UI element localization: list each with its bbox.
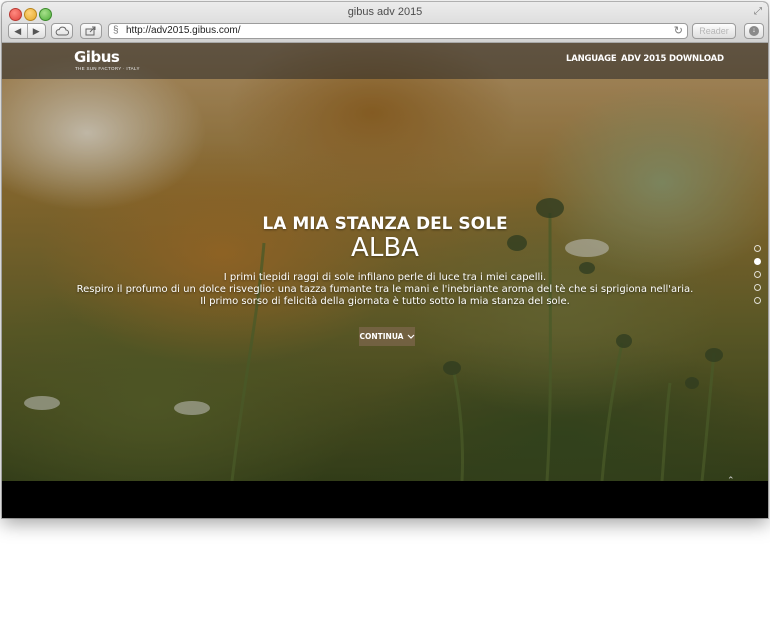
slide-dot-5[interactable]: [754, 297, 761, 304]
site-logo[interactable]: Gibus: [74, 48, 120, 66]
download-icon: ↓: [749, 26, 759, 36]
chevron-down-icon: [407, 334, 414, 339]
nav-download-link[interactable]: ADV 2015 DOWNLOAD: [621, 54, 724, 64]
window-title: gibus adv 2015: [347, 6, 423, 18]
site-header: Gibus THE SUN FACTORY · ITALY LANGUAGE A…: [2, 43, 768, 79]
reload-icon[interactable]: ↻: [674, 24, 683, 37]
icloud-tabs-button[interactable]: [51, 23, 73, 39]
navigation-buttons: ◀ ▶: [8, 23, 46, 39]
hero-text-line: Il primo sorso di felicità della giornat…: [200, 296, 570, 307]
page-footer-band: [2, 481, 768, 518]
browser-window: gibus adv 2015 ⤢ ◀ ▶ § http://adv2015.gi…: [2, 2, 768, 518]
web-page: Gibus THE SUN FACTORY · ITALY LANGUAGE A…: [2, 43, 768, 518]
downloads-button[interactable]: ↓: [744, 23, 764, 39]
fullscreen-icon[interactable]: ⤢: [754, 6, 762, 17]
continua-label: CONTINUA: [359, 332, 404, 341]
hero-text-line: Respiro il profumo di un dolce risveglio…: [76, 284, 694, 295]
share-button[interactable]: [80, 23, 102, 39]
url-text[interactable]: http://adv2015.gibus.com/: [126, 25, 241, 36]
continua-button[interactable]: CONTINUA: [359, 327, 415, 346]
hero-subheadline: ALBA: [351, 233, 419, 263]
chevron-left-icon: ◀: [14, 26, 22, 36]
nav-language-link[interactable]: LANGUAGE: [566, 54, 617, 64]
cloud-icon: [55, 26, 69, 36]
logo-tagline: THE SUN FACTORY · ITALY: [75, 66, 140, 71]
slide-dot-4[interactable]: [754, 284, 761, 291]
address-bar[interactable]: § http://adv2015.gibus.com/ ↻: [108, 23, 688, 39]
hero-headline: LA MIA STANZA DEL SOLE: [262, 214, 508, 234]
forward-button[interactable]: ▶: [28, 24, 46, 38]
share-icon: [85, 26, 96, 36]
chevron-right-icon: ▶: [32, 26, 40, 36]
slide-pagination: [754, 245, 761, 310]
page-icon: §: [113, 25, 119, 36]
title-bar: gibus adv 2015 ⤢ ◀ ▶ § http://adv2015.gi…: [2, 2, 768, 43]
slide-dot-3[interactable]: [754, 271, 761, 278]
slide-dot-1[interactable]: [754, 245, 761, 252]
hero-text: I primi tiepidi raggi di sole infilano p…: [2, 272, 768, 308]
hero-text-line: I primi tiepidi raggi di sole infilano p…: [223, 272, 547, 283]
slide-dot-2[interactable]: [754, 258, 761, 265]
reader-button[interactable]: Reader: [692, 23, 736, 39]
back-button[interactable]: ◀: [9, 24, 28, 38]
hero-background-image: Gibus THE SUN FACTORY · ITALY LANGUAGE A…: [2, 43, 768, 481]
